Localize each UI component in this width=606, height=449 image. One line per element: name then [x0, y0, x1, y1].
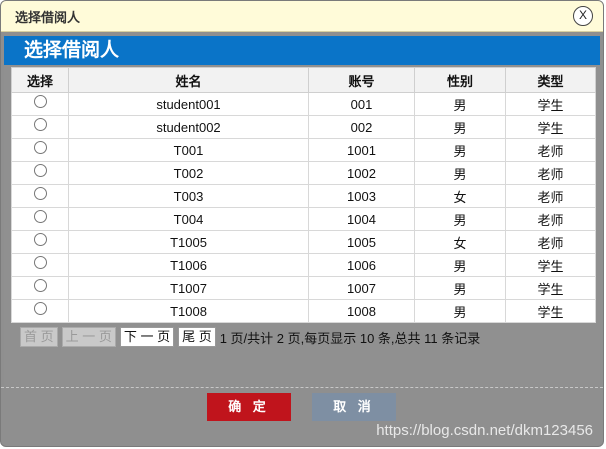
dialog-body: 选择借阅人 选择 姓名 账号 性别 类型 student001 001 男 学生… [4, 36, 600, 386]
cell-type: 学生 [505, 92, 596, 116]
cell-name: student002 [68, 115, 309, 139]
cell-name: T001 [68, 138, 309, 162]
col-header-name: 姓名 [68, 67, 309, 93]
cell-account: 1006 [308, 253, 415, 277]
cell-account: 1008 [308, 299, 415, 323]
select-radio[interactable] [33, 278, 47, 292]
select-radio[interactable] [33, 232, 47, 246]
cell-gender: 女 [414, 184, 506, 208]
cell-account: 001 [308, 92, 415, 116]
cell-type: 学生 [505, 276, 596, 300]
table-row[interactable]: T1005 1005 女 老师 [11, 230, 596, 254]
divider [1, 387, 603, 388]
last-page-button[interactable]: 尾 页 [178, 327, 216, 347]
cell-account: 1003 [308, 184, 415, 208]
table-row[interactable]: T004 1004 男 老师 [11, 207, 596, 231]
cell-type: 学生 [505, 253, 596, 277]
table-row[interactable]: T1006 1006 男 学生 [11, 253, 596, 277]
cell-gender: 男 [414, 92, 506, 116]
table-row[interactable]: T002 1002 男 老师 [11, 161, 596, 185]
cell-name: T1005 [68, 230, 309, 254]
table-row[interactable]: student001 001 男 学生 [11, 92, 596, 116]
col-header-account: 账号 [308, 67, 415, 93]
select-radio[interactable] [33, 301, 47, 315]
cell-name: T1006 [68, 253, 309, 277]
select-radio[interactable] [33, 140, 47, 154]
cell-account: 002 [308, 115, 415, 139]
cell-type: 老师 [505, 161, 596, 185]
watermark-text: https://blog.csdn.net/dkm123456 [376, 422, 593, 439]
select-borrower-dialog: 选择借阅人 X 选择借阅人 选择 姓名 账号 性别 类型 student001 … [0, 0, 604, 447]
close-button[interactable]: X [573, 6, 593, 26]
table-row[interactable]: T1008 1008 男 学生 [11, 299, 596, 323]
cell-gender: 男 [414, 138, 506, 162]
table-row[interactable]: student002 002 男 学生 [11, 115, 596, 139]
cell-name: T004 [68, 207, 309, 231]
cell-gender: 男 [414, 207, 506, 231]
cell-gender: 男 [414, 299, 506, 323]
table-row[interactable]: T1007 1007 男 学生 [11, 276, 596, 300]
table-header-row: 选择 姓名 账号 性别 类型 [11, 67, 596, 93]
cell-type: 老师 [505, 184, 596, 208]
select-radio[interactable] [33, 255, 47, 269]
select-radio[interactable] [33, 94, 47, 108]
cell-name: T002 [68, 161, 309, 185]
pagination: 首 页 上 一 页 下 一 页 尾 页 1 页/共计 2 页,每页显示 10 条… [20, 327, 480, 347]
cell-type: 老师 [505, 207, 596, 231]
cell-gender: 男 [414, 253, 506, 277]
first-page-button: 首 页 [20, 327, 58, 347]
prev-page-button: 上 一 页 [61, 327, 116, 347]
cell-account: 1005 [308, 230, 415, 254]
borrower-table: 选择 姓名 账号 性别 类型 student001 001 男 学生 stude… [11, 67, 596, 323]
select-radio[interactable] [33, 117, 47, 131]
col-header-gender: 性别 [414, 67, 506, 93]
col-header-select: 选择 [11, 67, 69, 93]
cell-gender: 男 [414, 276, 506, 300]
select-radio[interactable] [33, 186, 47, 200]
select-radio[interactable] [33, 163, 47, 177]
cell-name: T1007 [68, 276, 309, 300]
cell-gender: 男 [414, 115, 506, 139]
cell-account: 1001 [308, 138, 415, 162]
table-row[interactable]: T003 1003 女 老师 [11, 184, 596, 208]
cell-type: 老师 [505, 138, 596, 162]
table-row[interactable]: T001 1001 男 老师 [11, 138, 596, 162]
select-radio[interactable] [33, 209, 47, 223]
dialog-title: 选择借阅人 [15, 10, 81, 25]
cell-account: 1002 [308, 161, 415, 185]
confirm-button[interactable]: 确 定 [207, 393, 291, 421]
dialog-titlebar: 选择借阅人 X [1, 1, 603, 32]
col-header-type: 类型 [505, 67, 596, 93]
cell-type: 学生 [505, 115, 596, 139]
next-page-button[interactable]: 下 一 页 [119, 327, 175, 347]
cell-type: 学生 [505, 299, 596, 323]
cell-gender: 男 [414, 161, 506, 185]
cancel-button[interactable]: 取 消 [312, 393, 396, 421]
banner-title: 选择借阅人 [4, 36, 600, 65]
cell-account: 1004 [308, 207, 415, 231]
cell-name: T003 [68, 184, 309, 208]
cell-account: 1007 [308, 276, 415, 300]
cell-type: 老师 [505, 230, 596, 254]
cell-name: student001 [68, 92, 309, 116]
cell-name: T1008 [68, 299, 309, 323]
pagination-info: 1 页/共计 2 页,每页显示 10 条,总共 11 条记录 [219, 330, 481, 346]
cell-gender: 女 [414, 230, 506, 254]
